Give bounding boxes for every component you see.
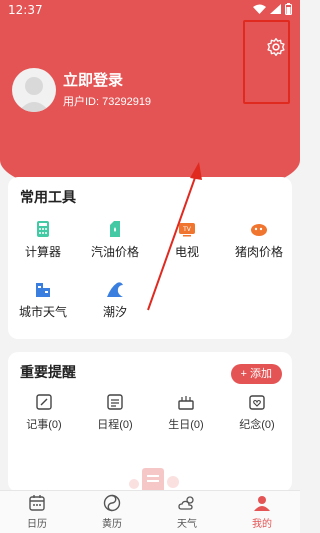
tool-pork-price[interactable]: 猪肉价格 <box>224 219 294 260</box>
user-icon <box>254 496 270 511</box>
anniversary-icon <box>249 395 265 410</box>
tab-label: 天气 <box>177 519 197 530</box>
status-time: 12:37 <box>8 3 43 17</box>
yin-yang-icon <box>103 494 121 512</box>
reminders-card: 重要提醒 + 添加 记事(0) 日程(0) 生日(0) 纪念(0) <box>8 352 292 492</box>
settings-highlight-box <box>243 20 290 104</box>
tv-icon: TV <box>179 223 195 237</box>
reminder-label: 记事(0) <box>26 419 62 431</box>
status-bar: 12:37 <box>0 0 300 20</box>
common-tools-card: 常用工具 计算器 汽油价格 TV 电视 猪肉价格 城市天气 潮汐 <box>8 177 292 339</box>
schedule-icon <box>107 394 123 410</box>
svg-text:TV: TV <box>182 226 192 233</box>
tool-gas-price[interactable]: 汽油价格 <box>80 219 150 260</box>
reminder-label: 日程(0) <box>97 419 133 431</box>
wifi-icon <box>253 4 266 14</box>
city-weather-icon <box>36 283 50 297</box>
empty-state-illustration-icon <box>129 468 179 492</box>
avatar[interactable] <box>12 68 56 112</box>
reminder-anniversary[interactable]: 纪念(0) <box>227 392 287 432</box>
reminders-title: 重要提醒 <box>20 364 76 380</box>
tool-label: 计算器 <box>24 245 61 259</box>
signal-icon <box>270 4 281 14</box>
tab-label: 黄历 <box>102 519 122 530</box>
gas-price-icon <box>110 221 120 237</box>
tab-almanac[interactable]: 黄历 <box>87 493 137 530</box>
reminder-label: 纪念(0) <box>239 419 275 431</box>
tool-city-weather[interactable]: 城市天气 <box>8 279 78 320</box>
tool-label: 汽油价格 <box>90 245 139 259</box>
tool-label: 电视 <box>174 245 199 259</box>
tab-mine[interactable]: 我的 <box>237 493 287 530</box>
reminder-schedule[interactable]: 日程(0) <box>85 392 145 432</box>
reminder-notes[interactable]: 记事(0) <box>14 392 74 432</box>
birthday-cake-icon <box>178 396 194 410</box>
tool-label: 城市天气 <box>18 305 67 319</box>
tab-weather[interactable]: 天气 <box>162 493 212 530</box>
tab-label: 我的 <box>252 519 272 530</box>
tool-label: 猪肉价格 <box>234 245 283 259</box>
tool-tv[interactable]: TV 电视 <box>152 219 222 260</box>
battery-icon <box>285 3 292 15</box>
tool-label: 潮汐 <box>102 305 127 319</box>
login-button[interactable]: 立即登录 <box>63 69 123 90</box>
tool-calculator[interactable]: 计算器 <box>8 219 78 260</box>
reminder-birthday[interactable]: 生日(0) <box>156 392 216 432</box>
avatar-placeholder-icon <box>18 77 50 112</box>
add-reminder-button[interactable]: + 添加 <box>230 364 282 384</box>
tab-label: 日历 <box>27 519 47 530</box>
reminder-label: 生日(0) <box>168 419 204 431</box>
tool-tide[interactable]: 潮汐 <box>80 279 150 320</box>
bottom-tab-bar: 日历 黄历 天气 我的 <box>0 490 300 533</box>
calculator-icon <box>37 221 49 237</box>
tab-calendar[interactable]: 日历 <box>12 493 62 530</box>
note-icon <box>36 394 52 410</box>
calendar-icon <box>29 495 45 511</box>
common-tools-title: 常用工具 <box>20 189 76 205</box>
user-id: 用户ID: 73292919 <box>63 96 152 108</box>
pork-price-icon <box>251 224 267 236</box>
weather-icon <box>178 496 194 510</box>
tide-icon <box>107 282 123 297</box>
